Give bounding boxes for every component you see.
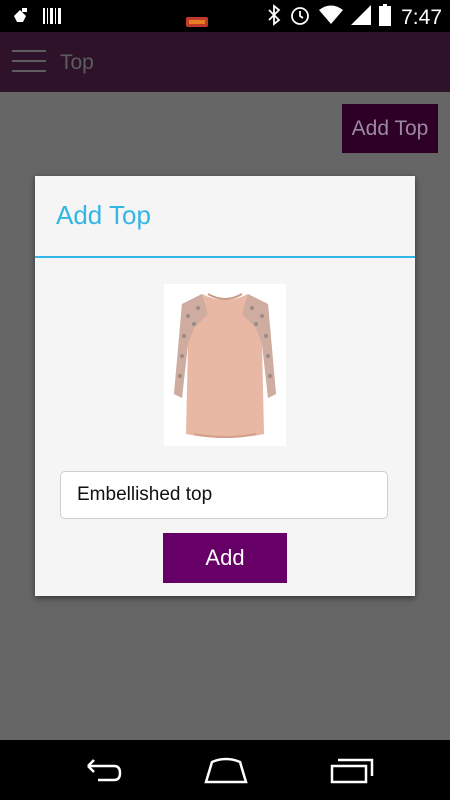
- page-title: Top: [60, 51, 94, 74]
- dialog-title: Add Top: [56, 200, 151, 230]
- signal-icon: [351, 5, 372, 30]
- blouse-image: [164, 284, 286, 446]
- hamburger-menu-icon[interactable]: [12, 46, 46, 76]
- cleaner-icon: [10, 6, 30, 31]
- add-button[interactable]: Add: [163, 533, 287, 583]
- wifi-icon: [319, 5, 344, 30]
- alarm-icon: [289, 4, 311, 31]
- nav-bar: [0, 740, 450, 800]
- recent-apps-icon[interactable]: [330, 756, 374, 789]
- top-name-field[interactable]: Embellished top: [60, 471, 388, 519]
- battery-icon: [379, 4, 392, 31]
- clock-time: 7:47: [401, 5, 442, 29]
- bluetooth-icon: [267, 4, 281, 31]
- add-top-button[interactable]: Add Top: [342, 104, 438, 153]
- add-top-dialog: Add Top Embellished top Add: [35, 176, 415, 596]
- battery-low-icon: [186, 14, 208, 32]
- barcode-icon: [42, 6, 62, 31]
- app-bar: Top: [0, 32, 450, 92]
- status-bar: 7:47: [0, 0, 450, 32]
- back-icon[interactable]: [78, 756, 122, 789]
- dialog-divider: [35, 256, 415, 258]
- home-icon[interactable]: [202, 756, 250, 789]
